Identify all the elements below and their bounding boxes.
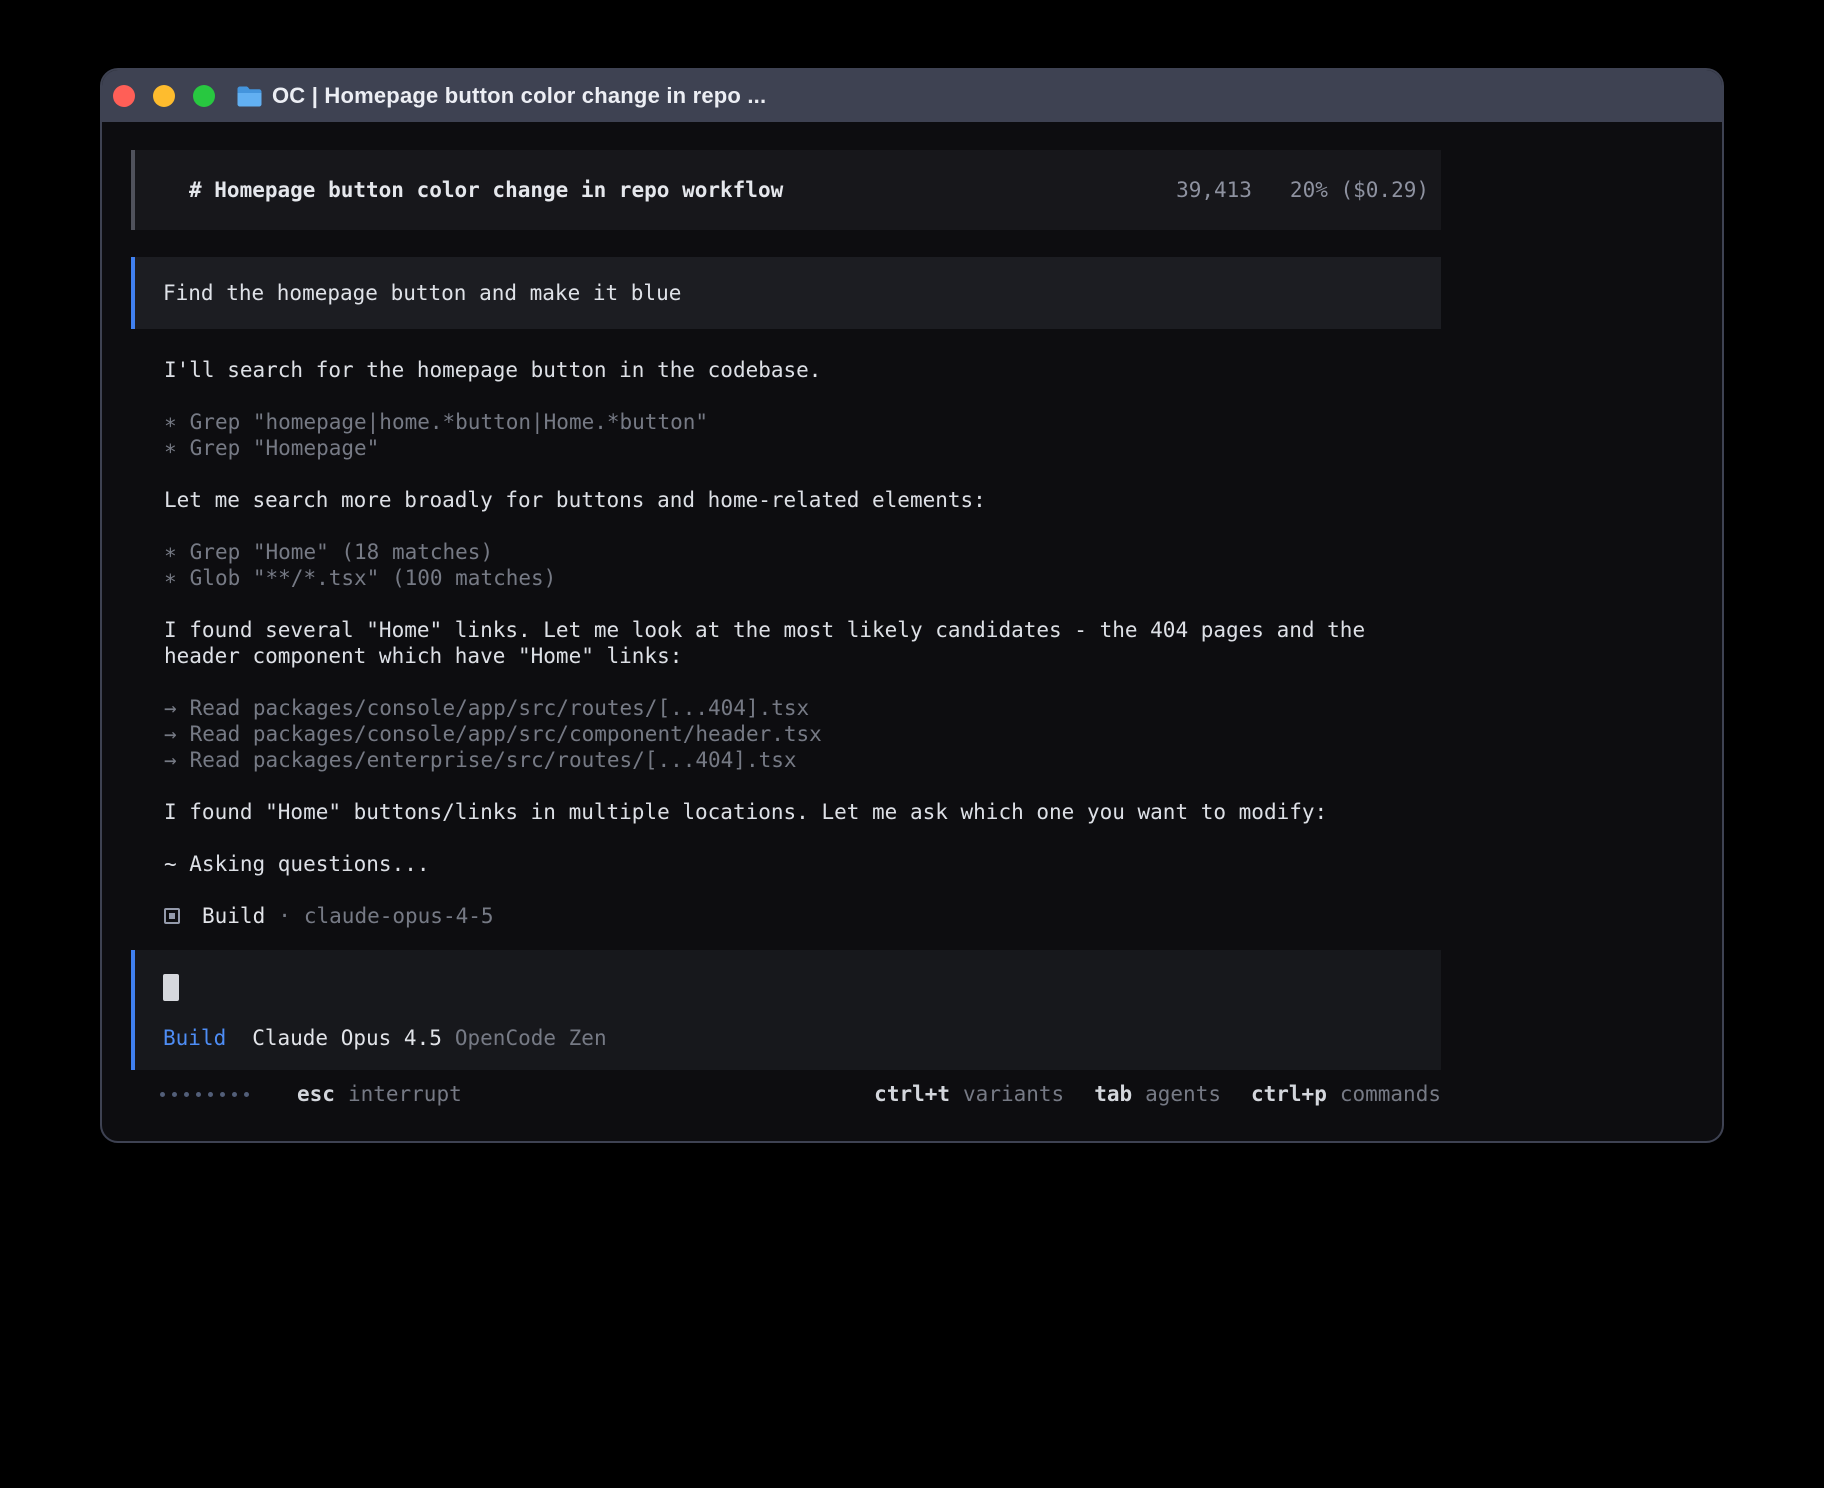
asterisk-icon: ∗ <box>164 539 177 565</box>
tool-call: → Read packages/enterprise/src/routes/[.… <box>164 747 1441 773</box>
agent-separator: · <box>278 903 291 929</box>
user-message-text: Find the homepage button and make it blu… <box>163 280 681 306</box>
tool-call-text: Read packages/console/app/src/component/… <box>190 721 822 747</box>
input-agent-label: Build <box>163 1025 226 1051</box>
agent-row: Build · claude-opus-4-5 <box>164 903 1441 929</box>
tool-call: ∗ Grep "Home" (18 matches) <box>164 539 1441 565</box>
shortcut-hints: ctrl+t variants tab agents ctrl+p comman… <box>874 1081 1441 1107</box>
asterisk-icon: ∗ <box>164 409 177 435</box>
tab-key: tab <box>1094 1081 1132 1107</box>
agents-hint: tab agents <box>1094 1081 1221 1107</box>
assistant-message: I'll search for the homepage button in t… <box>164 357 1441 383</box>
tool-call: ∗ Glob "**/*.tsx" (100 matches) <box>164 565 1441 591</box>
folder-icon <box>236 85 263 108</box>
tool-call: → Read packages/console/app/src/routes/[… <box>164 695 1441 721</box>
spinner-dots <box>160 1092 249 1097</box>
token-count: 39,413 <box>1176 177 1252 203</box>
tool-call: → Read packages/console/app/src/componen… <box>164 721 1441 747</box>
terminal-window: OC | Homepage button color change in rep… <box>100 68 1724 1143</box>
agents-label: agents <box>1145 1081 1221 1107</box>
arrow-right-icon: → <box>164 721 177 747</box>
variants-hint: ctrl+t variants <box>874 1081 1064 1107</box>
asterisk-icon: ∗ <box>164 435 177 461</box>
zoom-button[interactable] <box>193 85 215 107</box>
asterisk-icon: ∗ <box>164 565 177 591</box>
input-model-label: Claude Opus 4.5 <box>252 1025 442 1051</box>
conversation: I'll search for the homepage button in t… <box>164 357 1441 929</box>
context-usage: 20% ($0.29) <box>1290 177 1429 203</box>
tool-call-text: Read packages/console/app/src/routes/[..… <box>190 695 810 721</box>
agent-model: claude-opus-4-5 <box>304 903 494 929</box>
prompt-input[interactable]: Build Claude Opus 4.5 OpenCode Zen <box>131 950 1441 1070</box>
esc-label: interrupt <box>348 1081 462 1107</box>
ctrl-t-key: ctrl+t <box>874 1081 950 1107</box>
agent-build-icon <box>164 908 180 924</box>
session-stats: 39,413 20% ($0.29) <box>1176 177 1429 203</box>
variants-label: variants <box>963 1081 1064 1107</box>
tool-call-text: Grep "homepage|home.*button|Home.*button… <box>190 409 708 435</box>
traffic-lights <box>113 85 215 107</box>
assistant-message: Let me search more broadly for buttons a… <box>164 487 1441 513</box>
tool-call-text: Read packages/enterprise/src/routes/[...… <box>190 747 797 773</box>
tool-call-text: Glob "**/*.tsx" (100 matches) <box>190 565 557 591</box>
session-header: # Homepage button color change in repo w… <box>131 150 1441 230</box>
asking-status: ~ Asking questions... <box>164 851 1441 877</box>
titlebar[interactable]: OC | Homepage button color change in rep… <box>102 70 1722 122</box>
close-button[interactable] <box>113 85 135 107</box>
assistant-message: I found "Home" buttons/links in multiple… <box>164 799 1441 825</box>
text-cursor <box>163 974 179 1001</box>
user-message: Find the homepage button and make it blu… <box>131 257 1441 329</box>
tool-call-group: → Read packages/console/app/src/routes/[… <box>164 695 1441 773</box>
tool-call: ∗ Grep "homepage|home.*button|Home.*butt… <box>164 409 1441 435</box>
agent-name: Build <box>202 903 265 929</box>
input-footer: Build Claude Opus 4.5 OpenCode Zen <box>163 1025 1441 1051</box>
tool-call-text: Grep "Homepage" <box>190 435 380 461</box>
commands-hint: ctrl+p commands <box>1251 1081 1441 1107</box>
esc-key: esc <box>297 1081 335 1107</box>
tool-call: ∗ Grep "Homepage" <box>164 435 1441 461</box>
interrupt-hint: esc interrupt <box>297 1081 462 1107</box>
window-title: OC | Homepage button color change in rep… <box>272 83 766 109</box>
tool-call-group: ∗ Grep "Home" (18 matches) ∗ Glob "**/*.… <box>164 539 1441 591</box>
arrow-right-icon: → <box>164 747 177 773</box>
arrow-right-icon: → <box>164 695 177 721</box>
session-title: # Homepage button color change in repo w… <box>189 177 783 203</box>
commands-label: commands <box>1340 1081 1441 1107</box>
minimize-button[interactable] <box>153 85 175 107</box>
tool-call-text: Grep "Home" (18 matches) <box>190 539 493 565</box>
status-bar: esc interrupt ctrl+t variants tab agents… <box>131 1081 1441 1107</box>
ctrl-p-key: ctrl+p <box>1251 1081 1327 1107</box>
assistant-message: I found several "Home" links. Let me loo… <box>164 617 1441 669</box>
tool-call-group: ∗ Grep "homepage|home.*button|Home.*butt… <box>164 409 1441 461</box>
input-provider-label: OpenCode Zen <box>455 1025 607 1051</box>
